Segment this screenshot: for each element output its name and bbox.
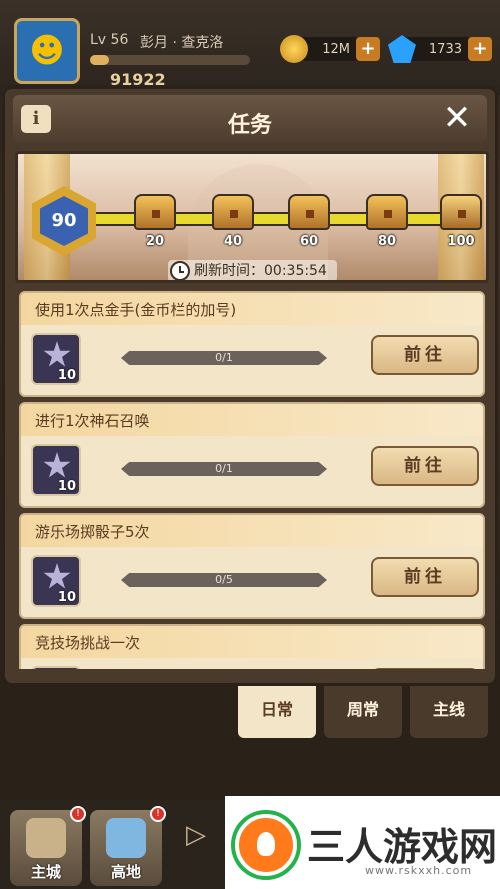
site-watermark: 三人游戏网 www.rskxxh.com	[225, 796, 500, 889]
panel-title: 任务	[227, 113, 272, 138]
bottom-nav: ! 主城 ! 高地 ▷	[0, 800, 230, 889]
milestone-label: 40	[223, 234, 243, 249]
go-button[interactable]: 前往	[371, 446, 479, 486]
nav-highland[interactable]: ! 高地	[90, 806, 166, 886]
player-level: Lv 56	[90, 32, 129, 48]
castle-icon	[26, 818, 66, 858]
exp-bar	[90, 55, 250, 65]
reward-chest-icon[interactable]	[366, 194, 408, 230]
milestone-label: 100	[447, 234, 475, 249]
task-title: 进行1次神石召唤	[21, 404, 483, 436]
reward-item[interactable]: 10	[31, 555, 81, 607]
reward-count: 10	[57, 368, 76, 383]
tab-daily[interactable]: 日常	[238, 686, 316, 738]
refresh-timer-text: 刷新时间：00:35:54	[194, 263, 327, 279]
task-progress-bar: 0/1	[121, 462, 327, 476]
add-gold-button[interactable]: +	[356, 37, 380, 61]
reward-item[interactable]: 10	[31, 333, 81, 385]
gold-counter: 12M +	[280, 35, 380, 63]
refresh-timer: 刷新时间：00:35:54	[168, 260, 337, 280]
gem-counter: 1733 +	[388, 35, 492, 63]
watermark-url: www.rskxxh.com	[365, 864, 473, 877]
task-tabs: 日常 周常 主线	[238, 686, 500, 738]
highland-icon	[106, 818, 146, 858]
reward-item[interactable]: 10	[31, 444, 81, 496]
reward-count: 10	[57, 590, 76, 605]
go-button[interactable]: 前往	[371, 335, 479, 375]
star-token-icon	[43, 452, 71, 478]
final-reward-chest-icon[interactable]	[440, 194, 482, 230]
task-item: 游乐场掷骰子5次 10 0/5 前往	[19, 513, 485, 619]
milestone-label: 20	[145, 234, 165, 249]
task-item: 进行1次神石召唤 10 0/1 前往	[19, 402, 485, 508]
top-hud: ☻ Lv 56 彭月 · 查克洛 91922 12M + 1733 +	[0, 0, 500, 95]
watermark-title: 三人游戏网	[307, 825, 498, 869]
nav-main-city[interactable]: ! 主城	[10, 806, 86, 886]
star-token-icon	[43, 563, 71, 589]
activity-banner: 90 20 40 60 80 100 刷新时间：00:35:54	[15, 151, 489, 283]
clock-icon	[170, 261, 190, 280]
task-panel: i 任务 ✕ 90 20 40 60 80 100 刷新时间：00:35:54 …	[2, 86, 498, 686]
milestone-label: 80	[377, 234, 397, 249]
task-title: 竞技场挑战一次	[21, 626, 483, 658]
task-title: 游乐场掷骰子5次	[21, 515, 483, 547]
nav-label: 高地	[110, 863, 141, 881]
tab-main-story[interactable]: 主线	[410, 686, 488, 738]
go-button[interactable]: 前往	[371, 668, 479, 669]
task-progress-bar: 0/5	[121, 573, 327, 587]
player-avatar[interactable]: ☻	[14, 18, 80, 84]
star-token-icon	[43, 341, 71, 367]
notification-badge: !	[150, 806, 166, 822]
milestone-label: 60	[299, 234, 319, 249]
reward-count: 10	[57, 479, 76, 494]
close-button[interactable]: ✕	[441, 101, 473, 135]
gold-coin-icon	[280, 35, 308, 63]
task-item: 竞技场挑战一次 前往	[19, 624, 485, 669]
expand-arrow-icon[interactable]: ▷	[186, 820, 206, 850]
reward-chest-icon[interactable]	[212, 194, 254, 230]
player-name: 彭月 · 查克洛	[140, 35, 224, 51]
go-button[interactable]: 前往	[371, 557, 479, 597]
panel-header: i 任务 ✕	[13, 95, 487, 143]
nav-label: 主城	[30, 863, 61, 881]
gold-amount: 12M	[322, 41, 350, 57]
task-title: 使用1次点金手(金币栏的加号)	[21, 293, 483, 325]
diamond-icon	[388, 35, 416, 63]
task-progress-bar: 0/1	[121, 351, 327, 365]
reward-chest-icon[interactable]	[134, 194, 176, 230]
tab-weekly[interactable]: 周常	[324, 686, 402, 738]
notification-badge: !	[70, 806, 86, 822]
task-progress-text: 0/1	[215, 351, 233, 364]
watermark-logo-icon	[235, 814, 297, 876]
task-progress-text: 0/5	[215, 573, 233, 586]
reward-chest-icon[interactable]	[288, 194, 330, 230]
task-list[interactable]: 使用1次点金手(金币栏的加号) 10 0/1 前往 进行1次神石召唤 10 0/…	[19, 291, 485, 669]
gem-amount: 1733	[428, 41, 462, 57]
reward-item[interactable]	[31, 666, 81, 669]
task-progress-text: 0/1	[215, 462, 233, 475]
add-gem-button[interactable]: +	[468, 37, 492, 61]
task-item: 使用1次点金手(金币栏的加号) 10 0/1 前往	[19, 291, 485, 397]
